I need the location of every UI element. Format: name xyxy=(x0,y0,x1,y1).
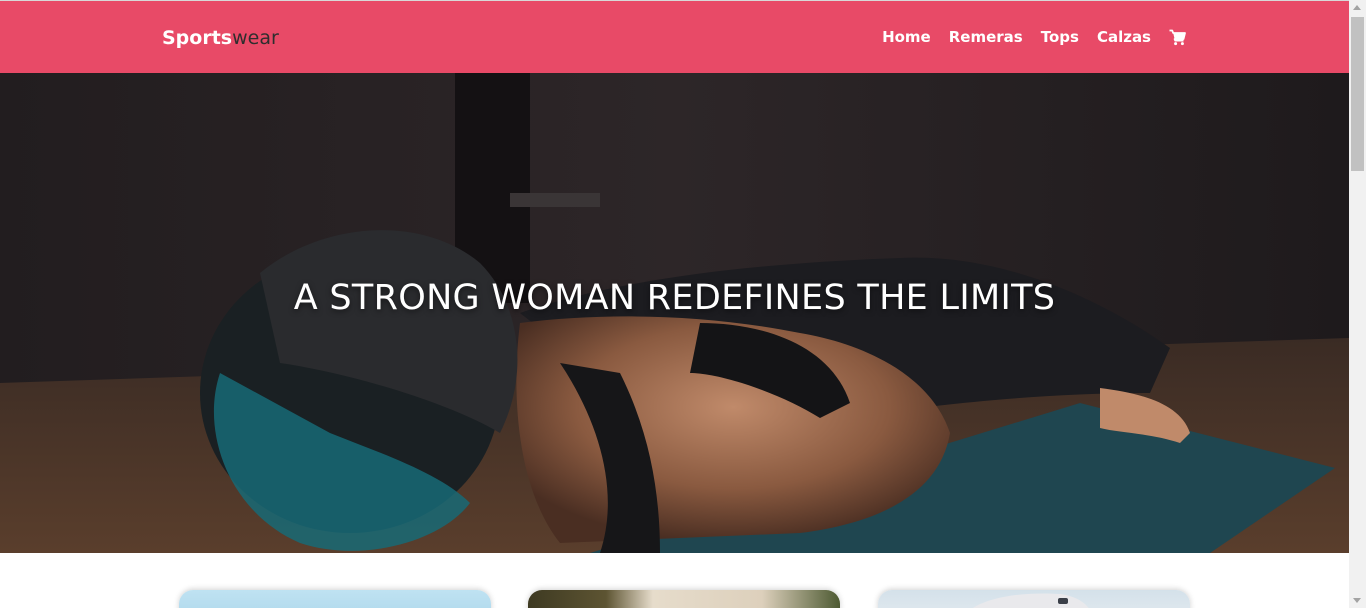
product-card-1[interactable] xyxy=(179,590,491,608)
hero-title: A STRONG WOMAN REDEFINES THE LIMITS xyxy=(293,278,1056,318)
card-image-figure xyxy=(973,593,1089,608)
nav-link-remeras[interactable]: Remeras xyxy=(949,27,1023,47)
scroll-up-arrow-icon[interactable] xyxy=(1353,5,1361,10)
nav-links: Home Remeras Tops Calzas xyxy=(864,27,1186,47)
scroll-down-arrow-icon[interactable] xyxy=(1353,598,1361,603)
brand-logo[interactable]: Sportswear xyxy=(162,25,279,51)
hero-banner: A STRONG WOMAN REDEFINES THE LIMITS xyxy=(0,73,1349,553)
product-card-2[interactable] xyxy=(528,590,840,608)
nav-link-home[interactable]: Home xyxy=(882,27,931,47)
cart-icon[interactable] xyxy=(1169,29,1186,46)
navbar: Sportswear Home Remeras Tops Calzas xyxy=(0,0,1349,73)
nav-link-tops[interactable]: Tops xyxy=(1041,27,1079,47)
brand-part-wear: wear xyxy=(232,27,279,49)
scroll-thumb[interactable] xyxy=(1351,17,1364,171)
brand-part-sports: Sports xyxy=(162,27,233,49)
scrollbar[interactable] xyxy=(1349,0,1366,608)
product-card-3[interactable] xyxy=(878,590,1190,608)
nav-link-calzas[interactable]: Calzas xyxy=(1097,27,1151,47)
